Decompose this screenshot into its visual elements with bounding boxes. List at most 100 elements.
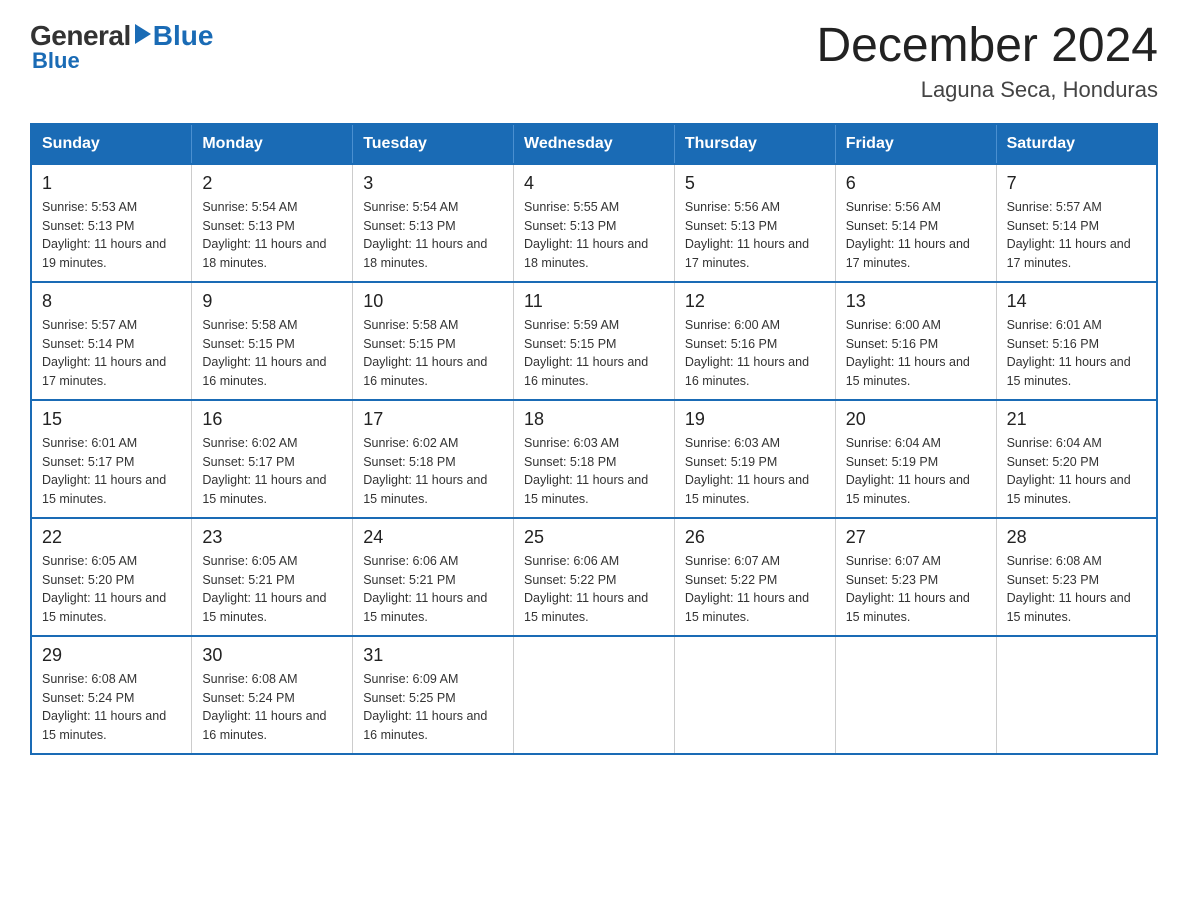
day-number: 31 bbox=[363, 645, 503, 666]
day-number: 26 bbox=[685, 527, 825, 548]
day-number: 4 bbox=[524, 173, 664, 194]
day-info: Sunrise: 5:57 AMSunset: 5:14 PMDaylight:… bbox=[1007, 198, 1146, 273]
calendar-cell: 17 Sunrise: 6:02 AMSunset: 5:18 PMDaylig… bbox=[353, 400, 514, 518]
day-number: 24 bbox=[363, 527, 503, 548]
calendar-cell: 15 Sunrise: 6:01 AMSunset: 5:17 PMDaylig… bbox=[31, 400, 192, 518]
calendar-table: SundayMondayTuesdayWednesdayThursdayFrid… bbox=[30, 123, 1158, 755]
day-number: 15 bbox=[42, 409, 181, 430]
day-info: Sunrise: 6:08 AMSunset: 5:24 PMDaylight:… bbox=[42, 670, 181, 745]
day-info: Sunrise: 6:03 AMSunset: 5:18 PMDaylight:… bbox=[524, 434, 664, 509]
day-number: 16 bbox=[202, 409, 342, 430]
logo-triangle-icon bbox=[135, 24, 151, 44]
logo: General Blue Blue bbox=[30, 20, 213, 74]
day-info: Sunrise: 6:06 AMSunset: 5:22 PMDaylight:… bbox=[524, 552, 664, 627]
day-number: 8 bbox=[42, 291, 181, 312]
calendar-cell: 12 Sunrise: 6:00 AMSunset: 5:16 PMDaylig… bbox=[674, 282, 835, 400]
day-info: Sunrise: 6:04 AMSunset: 5:19 PMDaylight:… bbox=[846, 434, 986, 509]
day-info: Sunrise: 6:01 AMSunset: 5:16 PMDaylight:… bbox=[1007, 316, 1146, 391]
calendar-cell: 3 Sunrise: 5:54 AMSunset: 5:13 PMDayligh… bbox=[353, 164, 514, 282]
header-wednesday: Wednesday bbox=[514, 124, 675, 164]
day-info: Sunrise: 6:06 AMSunset: 5:21 PMDaylight:… bbox=[363, 552, 503, 627]
calendar-cell bbox=[514, 636, 675, 754]
day-info: Sunrise: 5:59 AMSunset: 5:15 PMDaylight:… bbox=[524, 316, 664, 391]
day-number: 3 bbox=[363, 173, 503, 194]
calendar-cell: 22 Sunrise: 6:05 AMSunset: 5:20 PMDaylig… bbox=[31, 518, 192, 636]
day-number: 22 bbox=[42, 527, 181, 548]
day-info: Sunrise: 6:08 AMSunset: 5:24 PMDaylight:… bbox=[202, 670, 342, 745]
day-info: Sunrise: 6:07 AMSunset: 5:22 PMDaylight:… bbox=[685, 552, 825, 627]
calendar-cell: 25 Sunrise: 6:06 AMSunset: 5:22 PMDaylig… bbox=[514, 518, 675, 636]
day-info: Sunrise: 6:03 AMSunset: 5:19 PMDaylight:… bbox=[685, 434, 825, 509]
day-number: 5 bbox=[685, 173, 825, 194]
week-row-4: 22 Sunrise: 6:05 AMSunset: 5:20 PMDaylig… bbox=[31, 518, 1157, 636]
day-info: Sunrise: 6:09 AMSunset: 5:25 PMDaylight:… bbox=[363, 670, 503, 745]
calendar-cell bbox=[996, 636, 1157, 754]
day-number: 10 bbox=[363, 291, 503, 312]
calendar-cell: 16 Sunrise: 6:02 AMSunset: 5:17 PMDaylig… bbox=[192, 400, 353, 518]
day-number: 1 bbox=[42, 173, 181, 194]
week-row-2: 8 Sunrise: 5:57 AMSunset: 5:14 PMDayligh… bbox=[31, 282, 1157, 400]
day-info: Sunrise: 6:08 AMSunset: 5:23 PMDaylight:… bbox=[1007, 552, 1146, 627]
logo-subtitle: Blue bbox=[32, 48, 80, 74]
day-number: 29 bbox=[42, 645, 181, 666]
logo-blue-text: Blue bbox=[153, 20, 214, 52]
calendar-cell: 26 Sunrise: 6:07 AMSunset: 5:22 PMDaylig… bbox=[674, 518, 835, 636]
day-info: Sunrise: 6:02 AMSunset: 5:17 PMDaylight:… bbox=[202, 434, 342, 509]
day-info: Sunrise: 5:54 AMSunset: 5:13 PMDaylight:… bbox=[202, 198, 342, 273]
day-info: Sunrise: 5:54 AMSunset: 5:13 PMDaylight:… bbox=[363, 198, 503, 273]
calendar-cell: 7 Sunrise: 5:57 AMSunset: 5:14 PMDayligh… bbox=[996, 164, 1157, 282]
day-number: 13 bbox=[846, 291, 986, 312]
calendar-cell: 20 Sunrise: 6:04 AMSunset: 5:19 PMDaylig… bbox=[835, 400, 996, 518]
day-info: Sunrise: 6:00 AMSunset: 5:16 PMDaylight:… bbox=[846, 316, 986, 391]
location: Laguna Seca, Honduras bbox=[816, 77, 1158, 103]
calendar-cell: 31 Sunrise: 6:09 AMSunset: 5:25 PMDaylig… bbox=[353, 636, 514, 754]
calendar-cell: 14 Sunrise: 6:01 AMSunset: 5:16 PMDaylig… bbox=[996, 282, 1157, 400]
calendar-cell: 9 Sunrise: 5:58 AMSunset: 5:15 PMDayligh… bbox=[192, 282, 353, 400]
calendar-cell: 18 Sunrise: 6:03 AMSunset: 5:18 PMDaylig… bbox=[514, 400, 675, 518]
day-number: 20 bbox=[846, 409, 986, 430]
day-info: Sunrise: 6:02 AMSunset: 5:18 PMDaylight:… bbox=[363, 434, 503, 509]
calendar-cell: 28 Sunrise: 6:08 AMSunset: 5:23 PMDaylig… bbox=[996, 518, 1157, 636]
calendar-cell: 11 Sunrise: 5:59 AMSunset: 5:15 PMDaylig… bbox=[514, 282, 675, 400]
calendar-header-row: SundayMondayTuesdayWednesdayThursdayFrid… bbox=[31, 124, 1157, 164]
calendar-cell: 29 Sunrise: 6:08 AMSunset: 5:24 PMDaylig… bbox=[31, 636, 192, 754]
day-info: Sunrise: 5:58 AMSunset: 5:15 PMDaylight:… bbox=[363, 316, 503, 391]
page-header: General Blue Blue December 2024 Laguna S… bbox=[30, 20, 1158, 103]
day-number: 25 bbox=[524, 527, 664, 548]
title-area: December 2024 Laguna Seca, Honduras bbox=[816, 20, 1158, 103]
day-number: 17 bbox=[363, 409, 503, 430]
header-tuesday: Tuesday bbox=[353, 124, 514, 164]
day-number: 7 bbox=[1007, 173, 1146, 194]
day-info: Sunrise: 6:01 AMSunset: 5:17 PMDaylight:… bbox=[42, 434, 181, 509]
day-number: 9 bbox=[202, 291, 342, 312]
day-number: 12 bbox=[685, 291, 825, 312]
day-number: 11 bbox=[524, 291, 664, 312]
week-row-1: 1 Sunrise: 5:53 AMSunset: 5:13 PMDayligh… bbox=[31, 164, 1157, 282]
day-number: 21 bbox=[1007, 409, 1146, 430]
calendar-cell: 6 Sunrise: 5:56 AMSunset: 5:14 PMDayligh… bbox=[835, 164, 996, 282]
calendar-cell: 8 Sunrise: 5:57 AMSunset: 5:14 PMDayligh… bbox=[31, 282, 192, 400]
calendar-cell bbox=[674, 636, 835, 754]
calendar-cell: 13 Sunrise: 6:00 AMSunset: 5:16 PMDaylig… bbox=[835, 282, 996, 400]
calendar-cell: 30 Sunrise: 6:08 AMSunset: 5:24 PMDaylig… bbox=[192, 636, 353, 754]
calendar-cell: 2 Sunrise: 5:54 AMSunset: 5:13 PMDayligh… bbox=[192, 164, 353, 282]
header-friday: Friday bbox=[835, 124, 996, 164]
day-number: 23 bbox=[202, 527, 342, 548]
day-number: 14 bbox=[1007, 291, 1146, 312]
day-info: Sunrise: 6:05 AMSunset: 5:21 PMDaylight:… bbox=[202, 552, 342, 627]
calendar-cell: 1 Sunrise: 5:53 AMSunset: 5:13 PMDayligh… bbox=[31, 164, 192, 282]
calendar-cell: 10 Sunrise: 5:58 AMSunset: 5:15 PMDaylig… bbox=[353, 282, 514, 400]
day-number: 30 bbox=[202, 645, 342, 666]
day-info: Sunrise: 5:56 AMSunset: 5:13 PMDaylight:… bbox=[685, 198, 825, 273]
calendar-cell: 21 Sunrise: 6:04 AMSunset: 5:20 PMDaylig… bbox=[996, 400, 1157, 518]
calendar-cell: 19 Sunrise: 6:03 AMSunset: 5:19 PMDaylig… bbox=[674, 400, 835, 518]
day-number: 27 bbox=[846, 527, 986, 548]
week-row-3: 15 Sunrise: 6:01 AMSunset: 5:17 PMDaylig… bbox=[31, 400, 1157, 518]
day-number: 18 bbox=[524, 409, 664, 430]
day-info: Sunrise: 5:58 AMSunset: 5:15 PMDaylight:… bbox=[202, 316, 342, 391]
calendar-cell: 24 Sunrise: 6:06 AMSunset: 5:21 PMDaylig… bbox=[353, 518, 514, 636]
header-saturday: Saturday bbox=[996, 124, 1157, 164]
calendar-cell: 27 Sunrise: 6:07 AMSunset: 5:23 PMDaylig… bbox=[835, 518, 996, 636]
week-row-5: 29 Sunrise: 6:08 AMSunset: 5:24 PMDaylig… bbox=[31, 636, 1157, 754]
header-monday: Monday bbox=[192, 124, 353, 164]
